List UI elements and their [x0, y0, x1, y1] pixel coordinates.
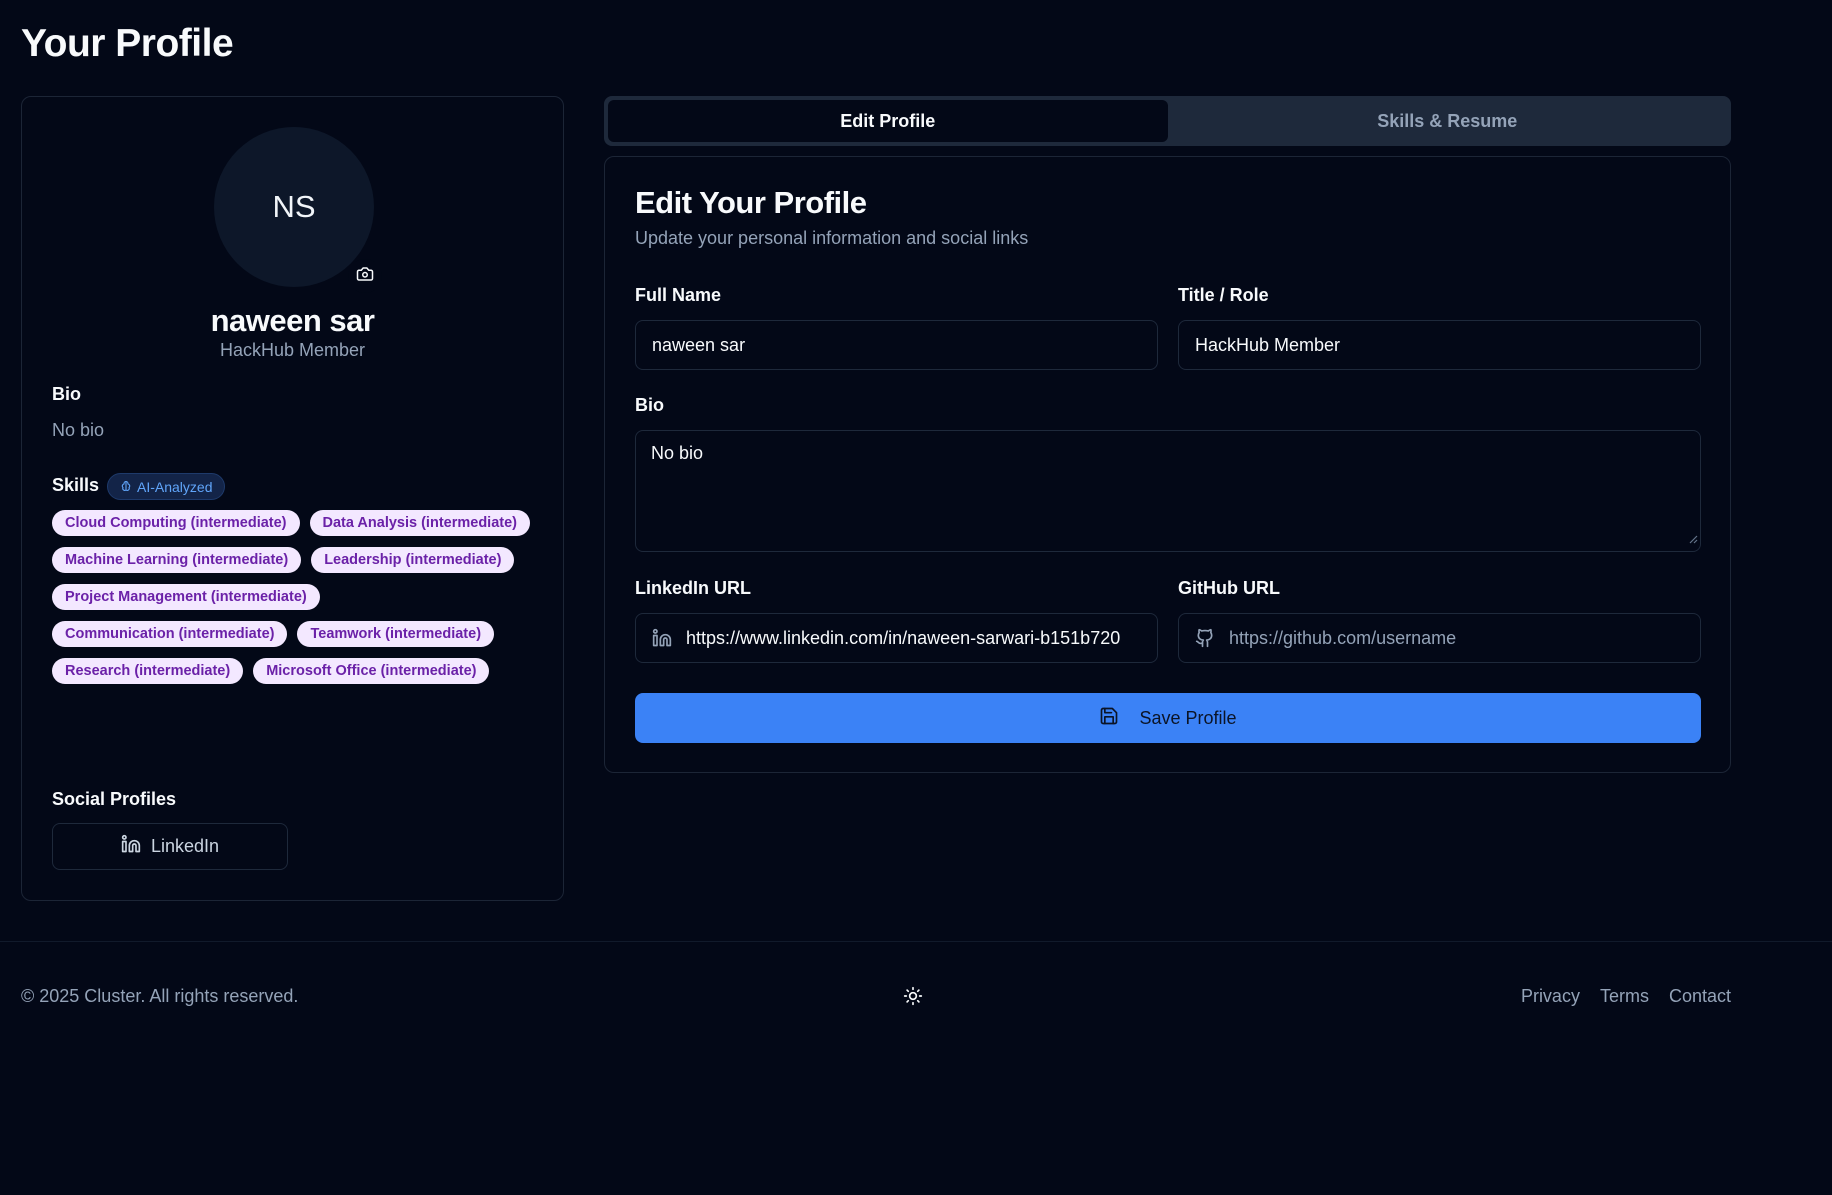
edit-profile-card: Edit Your Profile Update your personal i…	[604, 156, 1731, 773]
skill-chip: Project Management (intermediate)	[52, 584, 320, 610]
title-role-label: Title / Role	[1178, 285, 1269, 305]
avatar-initials: NS	[272, 189, 316, 224]
theme-toggle-button[interactable]	[901, 986, 925, 1010]
bio-field-label: Bio	[635, 395, 664, 415]
skill-chip: Microsoft Office (intermediate)	[253, 658, 490, 684]
footer-link-privacy[interactable]: Privacy	[1521, 986, 1580, 1007]
full-name-field[interactable]: naween sar	[635, 320, 1158, 370]
profile-role: HackHub Member	[219, 340, 366, 360]
footer-links: Privacy Terms Contact	[1521, 986, 1731, 1007]
profile-tabs: Edit Profile Skills & Resume	[604, 96, 1731, 146]
profile-name: naween sar	[210, 303, 375, 338]
profile-summary-card: NS naween sar HackHub Member Bio No bio …	[21, 96, 564, 901]
linkedin-url-field[interactable]: https://www.linkedin.com/in/naween-sarwa…	[635, 613, 1158, 663]
camera-icon	[356, 265, 374, 288]
linkedin-icon	[652, 628, 672, 648]
sun-icon	[903, 986, 923, 1011]
footer-divider	[0, 941, 1832, 942]
github-url-label: GitHub URL	[1178, 578, 1280, 598]
save-profile-label: Save Profile	[1139, 707, 1237, 728]
ai-brain-icon	[120, 479, 132, 495]
footer-link-terms[interactable]: Terms	[1600, 986, 1649, 1007]
skill-chip: Machine Learning (intermediate)	[52, 547, 302, 573]
ai-badge-label: AI-Analyzed	[137, 478, 213, 495]
github-url-input[interactable]	[1229, 627, 1684, 649]
linkedin-icon	[121, 834, 141, 859]
social-profiles-heading: Social Profiles	[52, 789, 177, 809]
linkedin-url-label: LinkedIn URL	[635, 578, 751, 598]
linkedin-profile-link[interactable]: LinkedIn	[52, 823, 288, 870]
bio-heading: Bio	[52, 384, 81, 404]
skill-chip: Cloud Computing (intermediate)	[52, 510, 300, 536]
edit-profile-subtitle: Update your personal information and soc…	[635, 228, 1029, 248]
skill-chip: Leadership (intermediate)	[311, 547, 515, 573]
skill-chip: Communication (intermediate)	[52, 621, 288, 647]
skill-chip: Research (intermediate)	[52, 658, 244, 684]
title-role-value: HackHub Member	[1195, 334, 1341, 355]
footer-link-contact[interactable]: Contact	[1669, 986, 1731, 1007]
skills-list: Cloud Computing (intermediate) Data Analy…	[52, 510, 532, 684]
change-photo-button[interactable]	[348, 259, 382, 293]
title-role-field[interactable]: HackHub Member	[1178, 320, 1701, 370]
skill-chip: Teamwork (intermediate)	[297, 621, 495, 647]
tab-skills-resume[interactable]: Skills & Resume	[1168, 100, 1728, 142]
avatar[interactable]: NS	[214, 127, 374, 287]
full-name-value: naween sar	[652, 334, 746, 355]
page-title: Your Profile	[21, 22, 234, 65]
profile-page: Your Profile NS naween sar HackHub Membe…	[0, 0, 1832, 1195]
footer-copyright: © 2025 Cluster. All rights reserved.	[21, 986, 299, 1006]
skill-chip: Data Analysis (intermediate)	[309, 510, 530, 536]
bio-text: No bio	[52, 420, 105, 440]
linkedin-link-label: LinkedIn	[150, 836, 220, 856]
save-icon	[1099, 706, 1119, 731]
skills-heading: Skills	[52, 475, 100, 495]
full-name-label: Full Name	[635, 285, 722, 305]
edit-profile-title: Edit Your Profile	[635, 185, 867, 220]
linkedin-url-value: https://www.linkedin.com/in/naween-sarwa…	[686, 627, 1121, 648]
bio-textarea[interactable]: No bio	[635, 430, 1701, 552]
tab-edit-profile[interactable]: Edit Profile	[608, 100, 1168, 142]
resize-handle-icon[interactable]	[1688, 528, 1698, 549]
github-icon	[1195, 628, 1215, 648]
save-profile-button[interactable]: Save Profile	[635, 693, 1701, 743]
ai-analyzed-badge: AI-Analyzed	[107, 473, 226, 500]
bio-textarea-value: No bio	[651, 443, 704, 463]
github-url-field[interactable]	[1178, 613, 1701, 663]
